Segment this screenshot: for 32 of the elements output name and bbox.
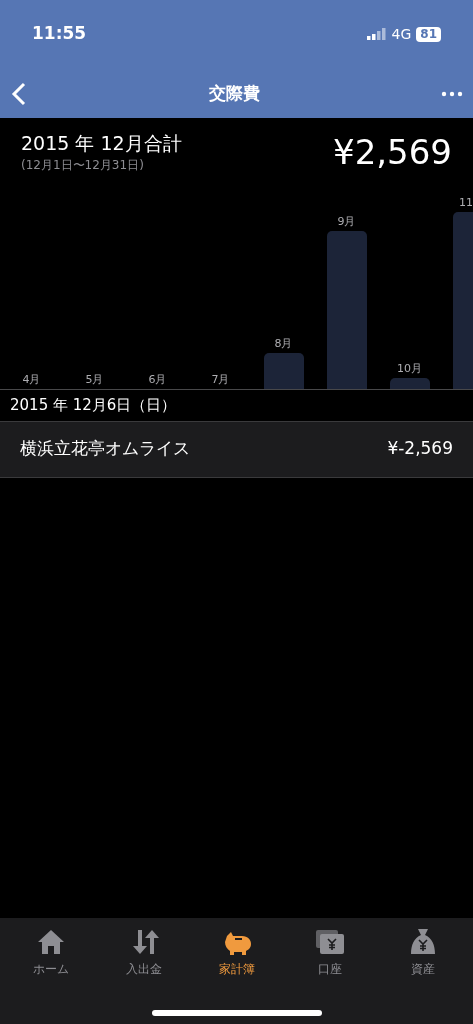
total-amount: ¥2,569 bbox=[333, 131, 452, 174]
month-bar[interactable] bbox=[453, 212, 473, 389]
month-label: 6月 bbox=[148, 373, 167, 386]
tab-item[interactable]: ホーム bbox=[10, 928, 91, 978]
signal-icon bbox=[366, 28, 387, 40]
back-icon[interactable] bbox=[10, 82, 28, 106]
month-label: 11 bbox=[459, 196, 473, 209]
tab-item[interactable]: 家計簿 bbox=[196, 928, 277, 978]
transaction-name: 横浜立花亭オムライス bbox=[20, 437, 190, 461]
summary-title: 2015 年 12月合計 bbox=[21, 131, 182, 156]
month-label: 5月 bbox=[85, 373, 104, 386]
status-time: 11:55 bbox=[32, 22, 87, 46]
month-bar[interactable] bbox=[326, 231, 367, 389]
month-label: 4月 bbox=[22, 373, 41, 386]
nav-title: 交際費 bbox=[209, 82, 260, 106]
transaction-amount: ¥-2,569 bbox=[387, 437, 453, 461]
more-icon[interactable] bbox=[441, 91, 463, 97]
network-label: 4G bbox=[391, 24, 412, 44]
tab-item[interactable]: 口座 bbox=[289, 928, 370, 978]
battery-indicator: 81 bbox=[416, 26, 441, 42]
transaction-row[interactable]: 横浜立花亭オムライス ¥-2,569 bbox=[0, 420, 473, 478]
date-range: (12月1日〜12月31日) bbox=[21, 157, 145, 174]
tab-item[interactable]: 入出金 bbox=[103, 928, 184, 978]
month-label: 10月 bbox=[397, 362, 422, 375]
month-bar[interactable] bbox=[263, 353, 304, 389]
month-bar[interactable] bbox=[389, 378, 430, 389]
month-label: 7月 bbox=[211, 373, 230, 386]
cards-icon bbox=[314, 928, 345, 956]
date-header: 2015 年 12月6日（日） bbox=[9, 395, 178, 416]
tab-item[interactable]: 資産 bbox=[382, 928, 463, 978]
month-label: 8月 bbox=[274, 337, 293, 350]
month-label: 9月 bbox=[337, 215, 356, 228]
